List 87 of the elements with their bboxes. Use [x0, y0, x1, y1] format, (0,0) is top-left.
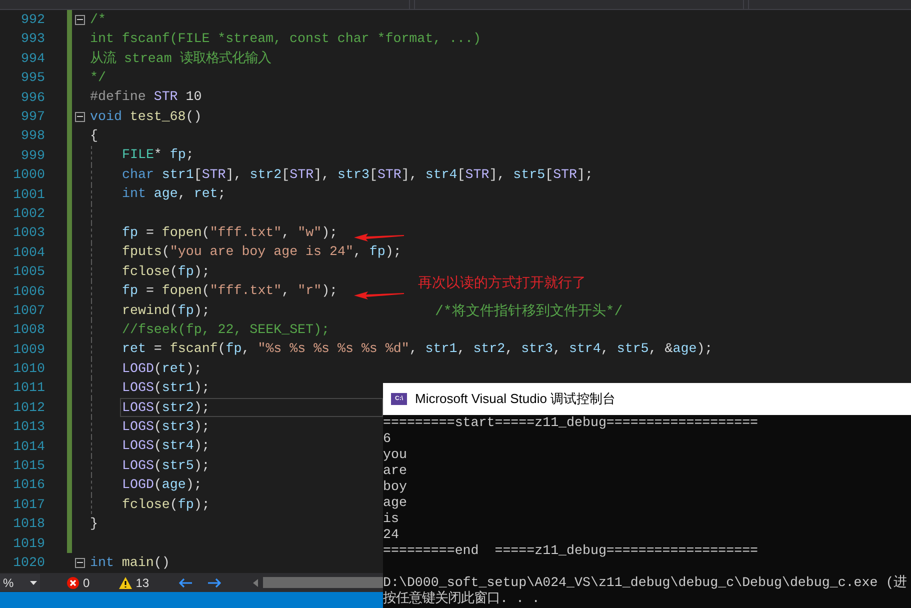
code-line: //fseek(fp, 22, SEEK_SET); — [122, 320, 330, 339]
code-line: fputs("you are boy age is 24", fp); — [122, 243, 402, 262]
line-number: 998 — [21, 129, 45, 143]
warnings-button[interactable]: 13 — [118, 574, 150, 592]
line-number: 1017 — [13, 498, 45, 512]
code-line: LOGS(str5); — [122, 456, 210, 475]
navigate-back-button[interactable] — [179, 578, 192, 588]
line-number: 1008 — [13, 323, 45, 337]
line-number: 1006 — [13, 284, 45, 298]
line-number: 993 — [21, 32, 45, 46]
line-number: 1010 — [13, 362, 45, 376]
code-line: LOGD(ret); — [122, 360, 202, 378]
console-output-line: =========end =====z11_debug=================== — [383, 543, 758, 559]
line-number: 994 — [21, 52, 45, 66]
console-output-line: =========start=====z11_debug=================== — [383, 415, 758, 431]
arrow-right-icon — [208, 578, 222, 588]
horizontal-scrollbar[interactable] — [263, 577, 383, 588]
warning-icon — [118, 576, 132, 588]
code-line: fp = fopen("fff.txt", "w"); — [122, 224, 338, 242]
code-line: rewind(fp); — [122, 302, 210, 320]
console-output-line: D:\D000_soft_setup\A024_VS\z11_debug\debug_c\Debug\debug_c.exe (进 — [383, 575, 907, 590]
line-number: 1011 — [13, 381, 45, 395]
line-number: 1020 — [13, 556, 45, 570]
collapse-toggle[interactable] — [75, 558, 85, 568]
code-line: FILE* fp; — [122, 146, 194, 164]
line-number: 999 — [21, 148, 45, 162]
line-number: 1012 — [13, 400, 45, 414]
code-line: int age, ret; — [122, 185, 226, 204]
code-line: /* — [90, 10, 106, 29]
arrow — [354, 291, 404, 300]
collapse-toggle[interactable] — [75, 112, 85, 122]
code-line: 从流 stream 读取格式化输入 — [90, 50, 271, 68]
console-output-line: you — [383, 447, 407, 463]
scroll-left-icon[interactable] — [253, 578, 258, 586]
console-output-line: 6 — [383, 431, 391, 447]
code-line: LOGS(str1); — [122, 379, 210, 398]
code-line: ret = fscanf(fp, "%s %s %s %s %s %d", str1, str2, str3, str4, str5, &age); — [122, 340, 713, 358]
line-number: 996 — [21, 90, 45, 104]
line-number: 1002 — [13, 206, 45, 220]
line-number: 1014 — [13, 440, 45, 453]
navigate-forward-button[interactable] — [208, 578, 222, 588]
annotation-text: 再次以读的方式打开就行了 — [418, 274, 586, 294]
line-number: 1009 — [13, 342, 45, 356]
collapse-toggle[interactable] — [75, 14, 85, 25]
code-line: LOGD(age); — [122, 476, 202, 494]
line-number: 1005 — [13, 265, 45, 278]
console-output-line: is — [383, 511, 399, 527]
arrow — [354, 233, 404, 242]
code-line: fclose(fp); — [122, 262, 210, 281]
line-number: 1004 — [13, 246, 45, 260]
line-number: 1007 — [13, 304, 45, 318]
caret-icon — [30, 580, 37, 584]
errors-button[interactable]: 0 — [67, 574, 90, 592]
line-number: 997 — [21, 110, 45, 124]
console-title: Microsoft Visual Studio 调试控制台 — [415, 390, 616, 408]
code-line: { — [90, 127, 98, 146]
code-line: */ — [90, 68, 106, 87]
code-line: LOGS(str4); — [122, 437, 210, 456]
line-number: 995 — [21, 71, 45, 85]
code-line: LOGS(str2); — [122, 398, 210, 417]
console-output-line: boy — [383, 479, 407, 495]
error-icon — [67, 576, 79, 588]
line-number: 1003 — [13, 226, 45, 240]
line-number: 1015 — [13, 459, 45, 472]
line-number: 1019 — [13, 536, 45, 550]
code-line: int main() — [90, 554, 170, 572]
console-output-line: 按任意键关闭此窗口. . . — [383, 591, 540, 607]
line-number: 1016 — [13, 478, 45, 492]
code-line: fclose(fp); — [122, 496, 210, 514]
code-line: int fscanf(FILE *stream, const char *format, ...) — [90, 30, 481, 48]
code-line: fp = fopen("fff.txt", "r"); — [122, 282, 338, 300]
code-line: #define STR 10 — [90, 88, 202, 106]
line-number: 1000 — [13, 168, 45, 182]
annotation-text: /*将文件指针移到文件开头*/ — [435, 302, 623, 322]
zoom-dropdown[interactable]: % — [0, 574, 40, 591]
line-number: 992 — [21, 13, 45, 26]
line-number: 1001 — [13, 188, 45, 201]
code-line: void test_68() — [90, 108, 202, 126]
arrow-left-icon — [179, 578, 192, 588]
code-line: LOGS(str3); — [122, 418, 210, 436]
code-line: } — [90, 514, 98, 533]
console-output-line: 24 — [383, 527, 399, 543]
code-line: char str1[STR], str2[STR], str3[STR], str4[STR], str5[STR]; — [122, 166, 593, 184]
console-output-line: age — [383, 495, 407, 511]
line-number: 1018 — [13, 517, 45, 530]
console-output-line: are — [383, 463, 407, 479]
line-number: 1013 — [13, 420, 45, 434]
